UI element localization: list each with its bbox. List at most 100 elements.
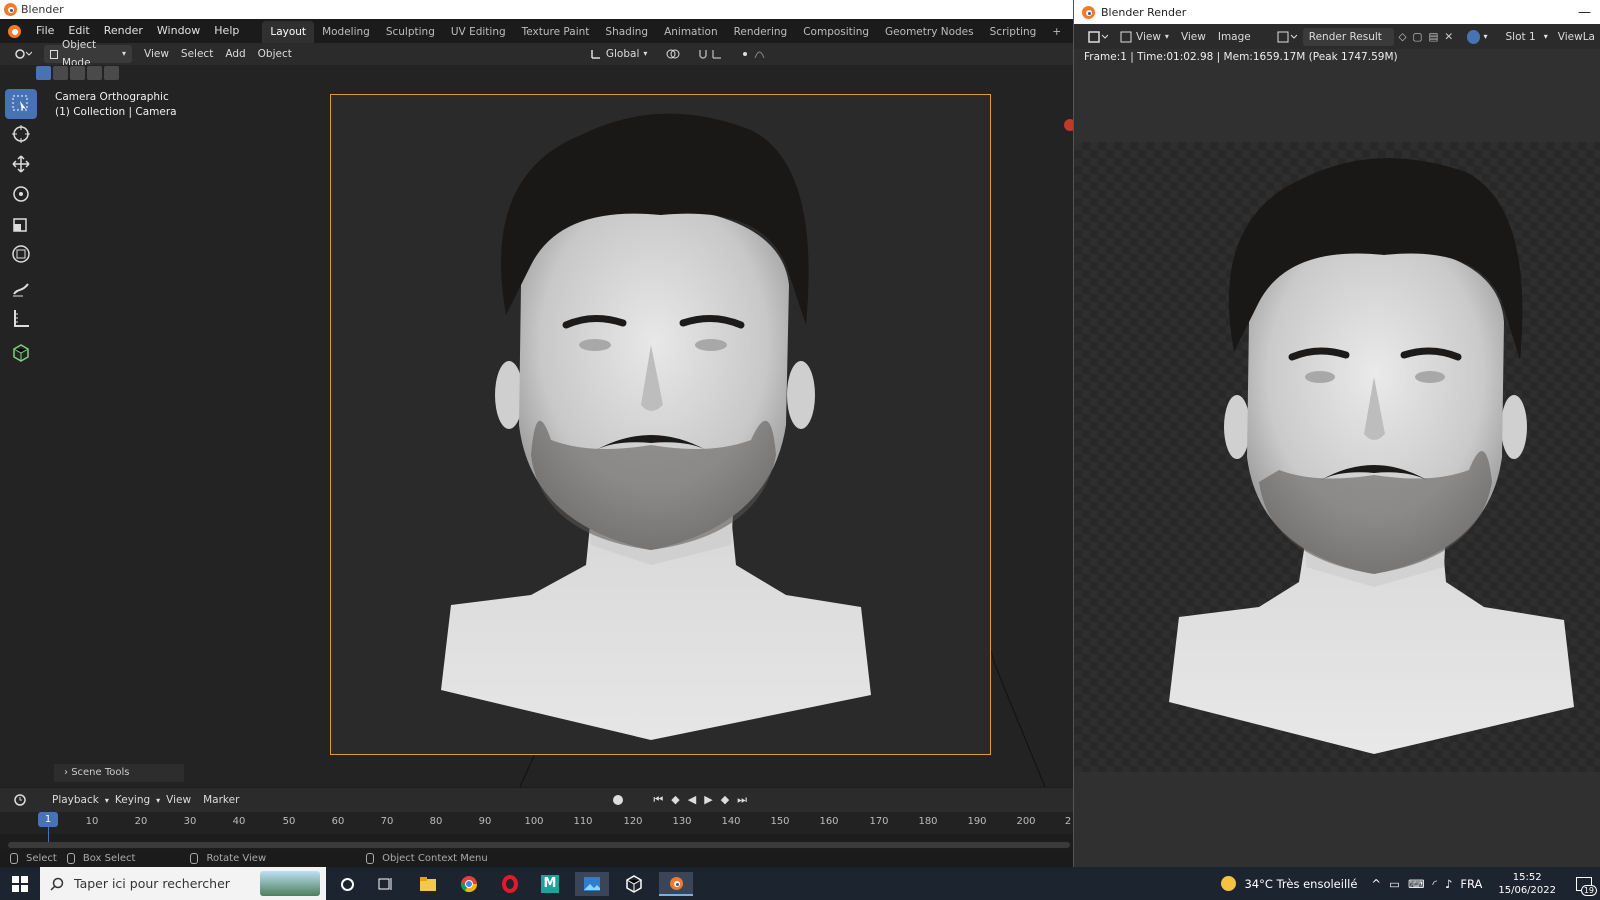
3d-viewer-button[interactable] (617, 872, 651, 896)
open-image-icon[interactable]: ▤ (1428, 31, 1438, 43)
view-layer-dropdown[interactable]: ViewLa (1552, 28, 1600, 46)
orientation-dropdown[interactable]: Global ▾ (584, 45, 654, 63)
play-reverse-icon[interactable]: ◀ (688, 793, 696, 807)
transform-tool[interactable] (5, 239, 37, 269)
tab-geometry-nodes[interactable]: Geometry Nodes (877, 21, 982, 43)
view-mode-label: View (1136, 30, 1161, 43)
menu-window[interactable]: Window (150, 19, 207, 43)
select-new-icon[interactable] (36, 66, 51, 80)
menu-select[interactable]: Select (175, 45, 219, 63)
image-editor-header: View ▾ View Image Render Result ◇ ▢ ▤ ✕ … (1074, 24, 1600, 49)
overlay-toggle-icon[interactable] (1467, 29, 1481, 44)
play-icon[interactable]: ▶ (704, 793, 712, 807)
scene-tools-panel[interactable]: › Scene Tools (54, 764, 184, 782)
chevron-up-icon[interactable]: ^ (1371, 877, 1381, 891)
select-subtract-icon[interactable] (70, 66, 85, 80)
add-cube-tool[interactable] (5, 337, 37, 367)
measure-tool[interactable] (5, 303, 37, 333)
file-explorer-button[interactable] (411, 872, 445, 896)
auto-keying-icon[interactable] (613, 795, 624, 805)
windows-start-icon[interactable] (12, 875, 28, 892)
notification-icon[interactable]: 19 (1576, 876, 1597, 896)
folder-icon (420, 877, 436, 891)
close-icon[interactable]: ✕ (1444, 31, 1453, 43)
battery-icon[interactable]: ▭ (1389, 877, 1400, 891)
blender-logo-icon (1082, 5, 1095, 19)
tick-label: 170 (869, 816, 889, 827)
tab-texture-paint[interactable]: Texture Paint (514, 21, 598, 43)
image-browse-button[interactable] (1271, 28, 1303, 46)
blender-menu-icon[interactable] (0, 19, 29, 43)
menu-image[interactable]: Image (1212, 28, 1257, 46)
photos-button[interactable] (575, 872, 609, 896)
jump-keyframe-back-icon[interactable]: ◆ (671, 793, 679, 807)
move-tool[interactable] (5, 149, 37, 179)
tab-uv-editing[interactable]: UV Editing (443, 21, 514, 43)
menu-marker[interactable]: Marker (197, 791, 245, 809)
new-image-icon[interactable]: ▢ (1413, 31, 1423, 43)
snap-button[interactable] (691, 45, 733, 63)
tab-rendering[interactable]: Rendering (726, 21, 796, 43)
menu-add[interactable]: Add (219, 45, 251, 63)
menu-object[interactable]: Object (252, 45, 298, 63)
cortana-button[interactable] (330, 872, 364, 896)
camera-type-label: Camera Orthographic (55, 91, 169, 103)
opera-button[interactable] (493, 872, 527, 896)
weather-text[interactable]: 34°C Très ensoleillé (1244, 877, 1357, 891)
tab-sculpting[interactable]: Sculpting (378, 21, 443, 43)
image-name-field[interactable]: Render Result (1302, 27, 1395, 46)
menu-timeline-view[interactable]: View (160, 791, 197, 809)
editor-type-button[interactable] (1082, 28, 1114, 46)
view-mode-dropdown[interactable]: View ▾ (1114, 28, 1175, 46)
tab-compositing[interactable]: Compositing (795, 21, 877, 43)
jump-start-icon[interactable]: ⏮ (653, 793, 663, 807)
menu-render-view[interactable]: View (1175, 28, 1212, 46)
blender-taskbar-button[interactable] (659, 872, 693, 896)
pivot-point-button[interactable] (659, 45, 691, 63)
slot-dropdown[interactable]: Slot 1 (1500, 28, 1544, 46)
jump-keyframe-forward-icon[interactable]: ◆ (721, 793, 729, 807)
transparency-checkerboard[interactable] (1074, 142, 1600, 772)
select-box-tool[interactable] (5, 89, 37, 119)
clock[interactable]: 15:52 15/06/2022 (1498, 871, 1556, 897)
tick-label: 120 (623, 816, 643, 827)
menu-file[interactable]: File (29, 19, 61, 43)
language-indicator[interactable]: FRA (1460, 877, 1482, 891)
timeline-editor-type-button[interactable] (8, 791, 40, 809)
select-extend-icon[interactable] (53, 66, 68, 80)
tick-label: 60 (331, 816, 345, 827)
tick-label: 110 (573, 816, 593, 827)
cursor-tool[interactable] (5, 119, 37, 149)
current-frame-indicator[interactable]: 1 (38, 812, 58, 827)
keyboard-icon[interactable]: ⌨ (1408, 877, 1425, 891)
tab-modeling[interactable]: Modeling (314, 21, 378, 43)
chrome-button[interactable] (452, 872, 486, 896)
select-intersect-icon[interactable] (104, 66, 119, 80)
menu-help[interactable]: Help (207, 19, 246, 43)
menu-view[interactable]: View (138, 45, 175, 63)
tab-shading[interactable]: Shading (597, 21, 656, 43)
fake-user-icon[interactable]: ◇ (1398, 31, 1406, 43)
rotate-tool[interactable] (5, 179, 37, 209)
timeline-ruler[interactable]: 10 20 30 40 50 60 70 80 90 100 110 120 1… (0, 812, 1073, 834)
menu-keying[interactable]: Keying (109, 791, 156, 809)
volume-icon[interactable]: ♪ (1445, 877, 1452, 891)
tab-animation[interactable]: Animation (656, 21, 726, 43)
jump-end-icon[interactable]: ⏭ (737, 793, 747, 807)
tab-layout[interactable]: Layout (262, 21, 315, 43)
select-invert-icon[interactable] (87, 66, 102, 80)
annotate-tool[interactable] (5, 273, 37, 303)
menu-playback[interactable]: Playback (46, 791, 105, 809)
editor-type-button[interactable] (8, 45, 38, 63)
proportional-edit-button[interactable] (733, 45, 781, 63)
add-workspace-button[interactable]: + (1044, 21, 1069, 43)
task-view-button[interactable] (369, 872, 403, 896)
scale-tool[interactable] (5, 209, 37, 239)
taskbar-search-box[interactable]: Taper ici pour rechercher (40, 867, 326, 900)
tab-scripting[interactable]: Scripting (982, 21, 1045, 43)
timeline-scrollbar[interactable] (8, 842, 1070, 848)
wifi-icon[interactable]: ◜ (1433, 877, 1437, 891)
mode-dropdown[interactable]: Object Mode ▾ (44, 39, 132, 69)
minimize-icon[interactable]: — (1578, 5, 1591, 20)
app-m-button[interactable]: M (533, 872, 567, 896)
